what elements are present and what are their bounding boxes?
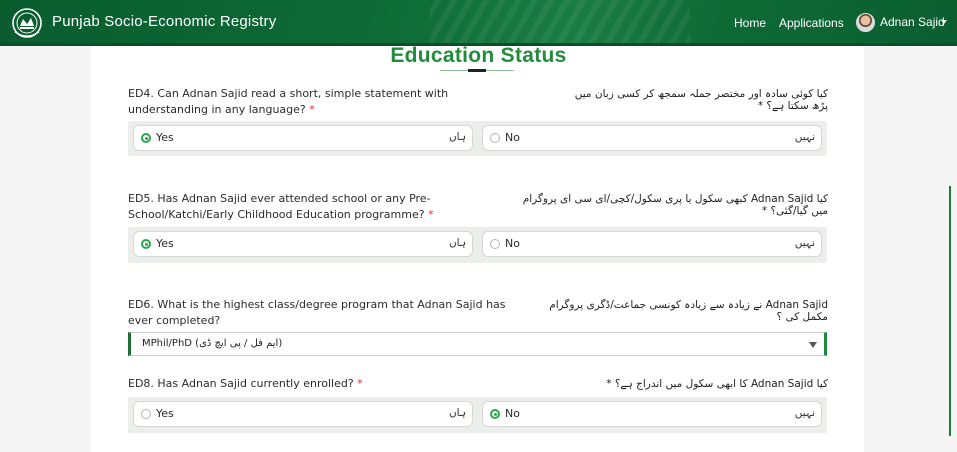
- app-brand-title[interactable]: Punjab Socio-Economic Registry: [52, 13, 276, 30]
- nav-link-applications[interactable]: Applications: [779, 16, 844, 30]
- question-ed6-text-line1: ED6. What is the highest class/degree pr…: [128, 298, 506, 311]
- radio-unchecked-icon[interactable]: [490, 133, 500, 143]
- question-ed6-urdu: Adnan Sajid نے زیادہ سے زیادہ کونسی جماع…: [549, 299, 828, 323]
- top-navbar: Punjab Socio-Economic Registry Home Appl…: [0, 0, 957, 46]
- option-ed8-yes[interactable]: Yes ہاں: [133, 401, 473, 427]
- option-ed4-no[interactable]: No نہیں: [482, 125, 822, 151]
- select-value: MPhil/PhD (ایم فل / پی ایچ ڈی): [142, 338, 283, 349]
- required-marker: *: [309, 103, 315, 116]
- nav-link-home[interactable]: Home: [734, 16, 766, 30]
- option-ed4-yes[interactable]: Yes ہاں: [133, 125, 473, 151]
- highest-class-select[interactable]: MPhil/PhD (ایم فل / پی ایچ ڈی): [128, 332, 827, 356]
- required-marker: *: [428, 208, 434, 221]
- option-label-urdu: ہاں: [448, 237, 466, 249]
- title-underline-accent: [468, 69, 486, 72]
- punjab-logo-icon[interactable]: [11, 6, 43, 40]
- chevron-down-icon[interactable]: [941, 20, 947, 24]
- section-title: Education Status: [390, 44, 567, 67]
- question-ed5-text-line1: ED5. Has Adnan Sajid ever attended schoo…: [128, 192, 431, 205]
- radio-checked-icon[interactable]: [141, 239, 151, 249]
- question-ed5-label: ED5. Has Adnan Sajid ever attended schoo…: [128, 191, 434, 223]
- question-ed4-text-line2: understanding in any language?: [128, 103, 306, 116]
- option-label-urdu: نہیں: [794, 237, 815, 249]
- option-ed5-yes[interactable]: Yes ہاں: [133, 231, 473, 257]
- option-label: Yes: [156, 131, 174, 144]
- user-menu-name[interactable]: Adnan Sajid: [880, 15, 945, 29]
- question-ed4-text-line1: ED4. Can Adnan Sajid read a short, simpl…: [128, 87, 449, 100]
- question-ed4-urdu: کیا کوئی سادہ اور مختصر جملہ سمجھ کر کسی…: [574, 88, 828, 112]
- question-ed8-label: ED8. Has Adnan Sajid currently enrolled?…: [128, 376, 363, 392]
- required-marker: *: [357, 377, 363, 390]
- option-label: No: [505, 237, 520, 250]
- scroll-indicator: [949, 186, 951, 436]
- question-ed5-text-line2: School/Katchi/Early Childhood Education …: [128, 208, 425, 221]
- question-ed6-label: ED6. What is the highest class/degree pr…: [128, 297, 506, 329]
- radio-unchecked-icon[interactable]: [490, 239, 500, 249]
- dropdown-arrow-icon[interactable]: [809, 342, 817, 348]
- option-label-urdu: نہیں: [794, 407, 815, 419]
- question-ed8-urdu: کیا Adnan Sajid کا ابھی سکول میں اندراج …: [606, 378, 828, 390]
- option-label: No: [505, 131, 520, 144]
- question-ed5-urdu: کیا Adnan Sajid کبھی سکول یا پری سکول/کچ…: [522, 193, 828, 217]
- option-label-urdu: نہیں: [794, 131, 815, 143]
- radio-checked-icon[interactable]: [141, 133, 151, 143]
- question-ed8-text: ED8. Has Adnan Sajid currently enrolled?: [128, 377, 354, 390]
- option-ed5-no[interactable]: No نہیں: [482, 231, 822, 257]
- option-label: Yes: [156, 237, 174, 250]
- option-label-urdu: ہاں: [448, 407, 466, 419]
- question-ed4-label: ED4. Can Adnan Sajid read a short, simpl…: [128, 86, 448, 118]
- option-label-urdu: ہاں: [448, 131, 466, 143]
- radio-checked-icon[interactable]: [490, 409, 500, 419]
- user-avatar[interactable]: [856, 13, 875, 32]
- option-ed8-no[interactable]: No نہیں: [482, 401, 822, 427]
- option-label: Yes: [156, 407, 174, 420]
- option-label: No: [505, 407, 520, 420]
- question-ed6-text-line2: ever completed?: [128, 314, 221, 327]
- radio-unchecked-icon[interactable]: [141, 409, 151, 419]
